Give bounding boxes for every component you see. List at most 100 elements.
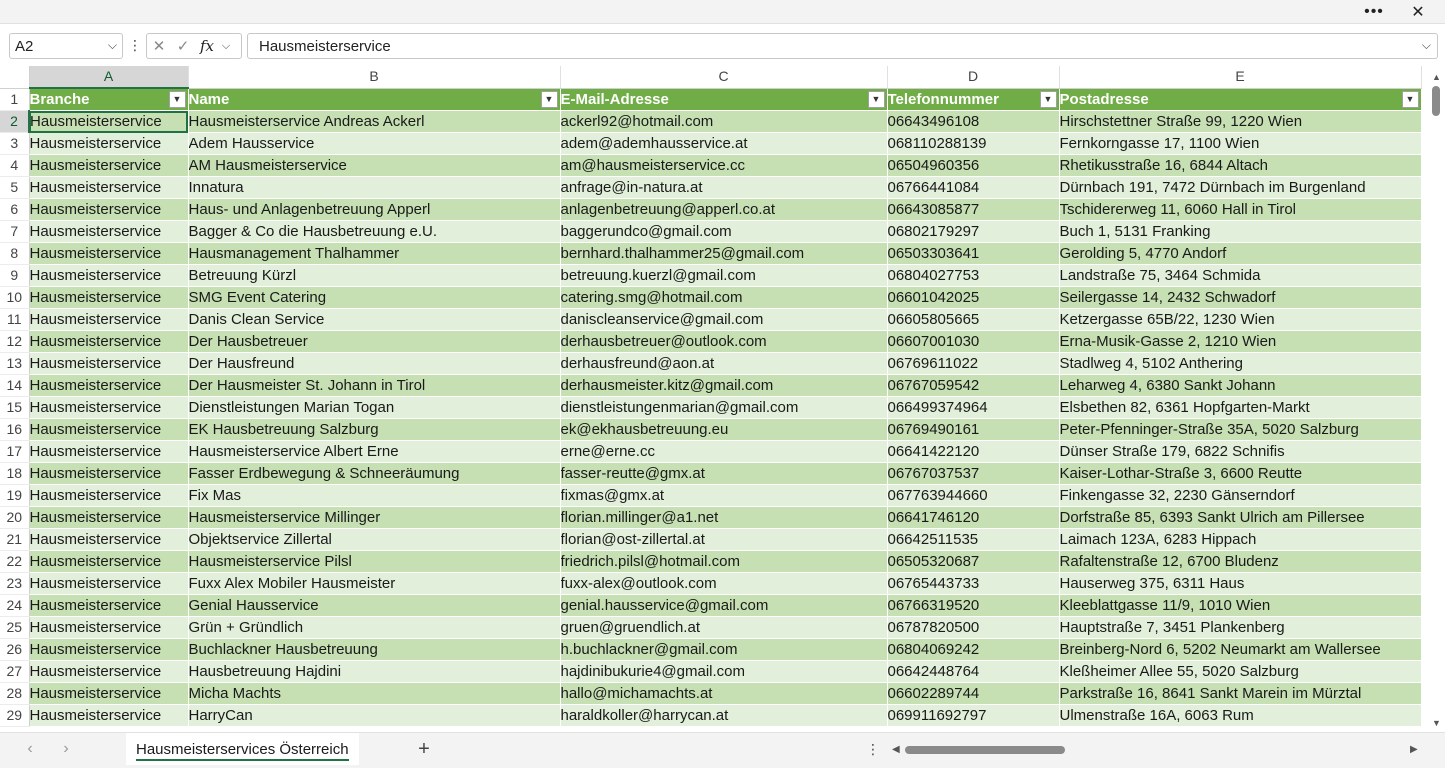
row-header[interactable]: 17 [0, 440, 30, 463]
chevron-down-icon[interactable]: ⌵ [108, 38, 117, 53]
cell-name[interactable]: Genial Hausservice [188, 594, 561, 617]
cell-email[interactable]: fasser-reutte@gmx.at [560, 462, 888, 485]
cell-email[interactable]: florian.millinger@a1.net [560, 506, 888, 529]
cell-email[interactable]: friedrich.pilsl@hotmail.com [560, 550, 888, 573]
cell-branche[interactable]: Hausmeisterservice [29, 440, 189, 463]
cell-name[interactable]: Der Hausmeister St. Johann in Tirol [188, 374, 561, 397]
close-icon[interactable]: ✕ [1398, 0, 1438, 23]
row-header[interactable]: 2 [0, 110, 30, 133]
column-header-b[interactable]: B [188, 66, 561, 89]
cell-email[interactable]: florian@ost-zillertal.at [560, 528, 888, 551]
cell-name[interactable]: SMG Event Catering [188, 286, 561, 309]
cell-postadresse[interactable]: Hauptstraße 7, 3451 Plankenberg [1059, 616, 1422, 639]
cell-email[interactable]: daniscleanservice@gmail.com [560, 308, 888, 331]
cell-email[interactable]: ek@ekhausbetreuung.eu [560, 418, 888, 441]
cell-postadresse[interactable]: Leharweg 4, 6380 Sankt Johann [1059, 374, 1422, 397]
cell-branche[interactable]: Hausmeisterservice [29, 616, 189, 639]
row-header[interactable]: 12 [0, 330, 30, 353]
cell-postadresse[interactable]: Kaiser-Lothar-Straße 3, 6600 Reutte [1059, 462, 1422, 485]
cell-telefon[interactable]: 06504960356 [887, 154, 1060, 177]
filter-dropdown-icon[interactable]: ▼ [1039, 90, 1057, 108]
cell-name[interactable]: Fuxx Alex Mobiler Hausmeister [188, 572, 561, 595]
cell-name[interactable]: Bagger & Co die Hausbetreuung e.U. [188, 220, 561, 243]
cell-telefon[interactable]: 066499374964 [887, 396, 1060, 419]
cell-postadresse[interactable]: Ketzergasse 65B/22, 1230 Wien [1059, 308, 1422, 331]
cell-postadresse[interactable]: Buch 1, 5131 Franking [1059, 220, 1422, 243]
cell-email[interactable]: dienstleistungenmarian@gmail.com [560, 396, 888, 419]
cell-name[interactable]: Micha Machts [188, 682, 561, 705]
cell-name[interactable]: Dienstleistungen Marian Togan [188, 396, 561, 419]
cell-name[interactable]: Hausmanagement Thalhammer [188, 242, 561, 265]
column-header-d[interactable]: D [887, 66, 1060, 89]
row-header[interactable]: 24 [0, 594, 30, 617]
cell-telefon[interactable]: 06804027753 [887, 264, 1060, 287]
cell-branche[interactable]: Hausmeisterservice [29, 638, 189, 661]
cell-telefon[interactable]: 06767059542 [887, 374, 1060, 397]
cell-telefon[interactable]: 06503303641 [887, 242, 1060, 265]
cell-postadresse[interactable]: Hauserweg 375, 6311 Haus [1059, 572, 1422, 595]
row-header[interactable]: 29 [0, 704, 30, 727]
row-header[interactable]: 26 [0, 638, 30, 661]
cell-branche[interactable]: Hausmeisterservice [29, 682, 189, 705]
row-header[interactable]: 13 [0, 352, 30, 375]
column-header-a[interactable]: A [29, 66, 189, 89]
cell-name[interactable]: Buchlackner Hausbetreuung [188, 638, 561, 661]
cell-branche[interactable]: Hausmeisterservice [29, 374, 189, 397]
cell-name[interactable]: AM Hausmeisterservice [188, 154, 561, 177]
cell-name[interactable]: EK Hausbetreuung Salzburg [188, 418, 561, 441]
cell-email[interactable]: adem@ademhausservice.at [560, 132, 888, 155]
row-header[interactable]: 5 [0, 176, 30, 199]
vertical-scrollbar[interactable]: ▲ ▼ [1428, 66, 1445, 732]
cell-telefon[interactable]: 06766441084 [887, 176, 1060, 199]
scroll-down-icon[interactable]: ▼ [1428, 716, 1445, 730]
cell-telefon[interactable]: 067763944660 [887, 484, 1060, 507]
row-header[interactable]: 10 [0, 286, 30, 309]
cell-branche[interactable]: Hausmeisterservice [29, 330, 189, 353]
cell-telefon[interactable]: 06769611022 [887, 352, 1060, 375]
select-all-corner[interactable] [0, 66, 30, 89]
row-header[interactable]: 27 [0, 660, 30, 683]
check-icon[interactable]: ✓ [171, 37, 195, 55]
header-cell-branche[interactable]: Branche ▼ [29, 88, 189, 111]
cell-email[interactable]: am@hausmeisterservice.cc [560, 154, 888, 177]
cell-branche[interactable]: Hausmeisterservice [29, 704, 189, 727]
cell-postadresse[interactable]: Stadlweg 4, 5102 Anthering [1059, 352, 1422, 375]
chevron-down-icon[interactable]: ⌵ [219, 40, 233, 53]
cell-postadresse[interactable]: Parkstraße 16, 8641 Sankt Marein im Mürz… [1059, 682, 1422, 705]
cell-branche[interactable]: Hausmeisterservice [29, 242, 189, 265]
row-header[interactable]: 9 [0, 264, 30, 287]
cell-name[interactable]: Der Hausfreund [188, 352, 561, 375]
cell-postadresse[interactable]: Laimach 123A, 6283 Hippach [1059, 528, 1422, 551]
cell-branche[interactable]: Hausmeisterservice [29, 198, 189, 221]
cell-name[interactable]: Hausbetreuung Hajdini [188, 660, 561, 683]
row-header[interactable]: 18 [0, 462, 30, 485]
scroll-up-icon[interactable]: ▲ [1428, 70, 1445, 84]
cell-postadresse[interactable]: Erna-Musik-Gasse 2, 1210 Wien [1059, 330, 1422, 353]
row-header[interactable]: 8 [0, 242, 30, 265]
row-header[interactable]: 21 [0, 528, 30, 551]
insert-function-icon[interactable]: fx [195, 37, 219, 55]
row-header[interactable]: 11 [0, 308, 30, 331]
cell-email[interactable]: derhausmeister.kitz@gmail.com [560, 374, 888, 397]
cell-telefon[interactable]: 06642448764 [887, 660, 1060, 683]
cell-email[interactable]: erne@erne.cc [560, 440, 888, 463]
sheet-tab-active[interactable]: Hausmeisterservices Österreich [126, 733, 359, 765]
cell-name[interactable]: Fix Mas [188, 484, 561, 507]
cell-branche[interactable]: Hausmeisterservice [29, 176, 189, 199]
cell-name[interactable]: Betreuung Kürzl [188, 264, 561, 287]
cell-email[interactable]: gruen@gruendlich.at [560, 616, 888, 639]
cell-email[interactable]: derhausfreund@aon.at [560, 352, 888, 375]
cell-telefon[interactable]: 06641746120 [887, 506, 1060, 529]
cell-branche[interactable]: Hausmeisterservice [29, 594, 189, 617]
cell-postadresse[interactable]: Rhetikusstraße 16, 6844 Altach [1059, 154, 1422, 177]
formula-input[interactable]: Hausmeisterservice ⌵ [247, 33, 1438, 59]
row-header[interactable]: 1 [0, 88, 30, 111]
header-cell-name[interactable]: Name ▼ [188, 88, 561, 111]
cell-postadresse[interactable]: Ulmenstraße 16A, 6063 Rum [1059, 704, 1422, 727]
cell-branche[interactable]: Hausmeisterservice [29, 396, 189, 419]
cell-telefon[interactable]: 06602289744 [887, 682, 1060, 705]
cell-telefon[interactable]: 06601042025 [887, 286, 1060, 309]
cell-telefon[interactable]: 06787820500 [887, 616, 1060, 639]
cell-name[interactable]: Hausmeisterservice Albert Erne [188, 440, 561, 463]
cell-email[interactable]: bernhard.thalhammer25@gmail.com [560, 242, 888, 265]
